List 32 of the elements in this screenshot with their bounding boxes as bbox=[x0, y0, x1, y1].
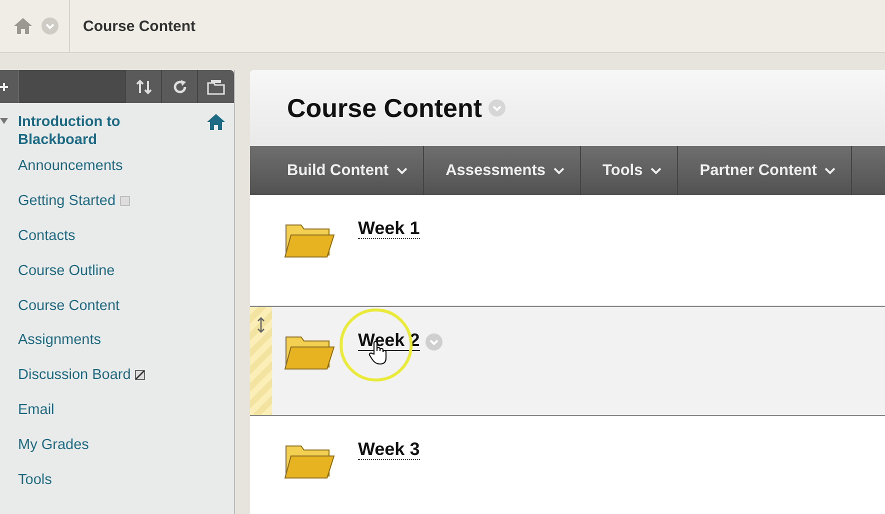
action-menu-button[interactable]: Assessments bbox=[424, 146, 581, 195]
home-icon[interactable] bbox=[206, 113, 226, 131]
action-menu-button[interactable]: Tools bbox=[580, 146, 678, 195]
caret-icon bbox=[824, 166, 836, 174]
course-title-link[interactable]: Introduction to Blackboard bbox=[18, 113, 178, 149]
menu-item[interactable]: Discussion Board bbox=[18, 367, 131, 384]
caret-icon bbox=[396, 166, 408, 174]
expand-triangle-icon[interactable] bbox=[0, 117, 8, 125]
folder-view-icon[interactable] bbox=[206, 78, 224, 94]
caret-icon bbox=[650, 166, 662, 174]
menu-item[interactable]: Contacts bbox=[18, 228, 76, 244]
sort-icon[interactable] bbox=[134, 78, 152, 94]
action-menu-button[interactable]: Build Content bbox=[250, 146, 424, 195]
page-title: Course Content bbox=[287, 92, 482, 124]
menu-item[interactable]: Course Content bbox=[18, 298, 120, 314]
menu-item[interactable]: Email bbox=[18, 402, 54, 418]
breadcrumb-title: Course Content bbox=[83, 18, 196, 34]
dotted-square-icon bbox=[120, 196, 130, 206]
menu-item[interactable]: Assignments bbox=[18, 332, 102, 348]
folder-link[interactable]: Week 3 bbox=[358, 439, 420, 460]
slashed-square-icon bbox=[134, 370, 145, 380]
menu-item[interactable]: Getting Started bbox=[18, 193, 116, 210]
menu-item[interactable]: Tools bbox=[18, 472, 52, 488]
caret-icon bbox=[552, 166, 565, 174]
action-menu-button[interactable]: Partner Content bbox=[678, 146, 852, 195]
content-row[interactable]: Week 3 bbox=[250, 416, 885, 514]
menu-item[interactable]: Announcements bbox=[18, 158, 123, 174]
drag-handle-icon[interactable] bbox=[257, 317, 265, 333]
menu-item[interactable]: Course Outline bbox=[18, 262, 115, 279]
folder-link[interactable]: Week 1 bbox=[358, 218, 420, 239]
menu-filter-field[interactable] bbox=[18, 70, 125, 103]
menu-item[interactable]: My Grades bbox=[18, 436, 89, 453]
